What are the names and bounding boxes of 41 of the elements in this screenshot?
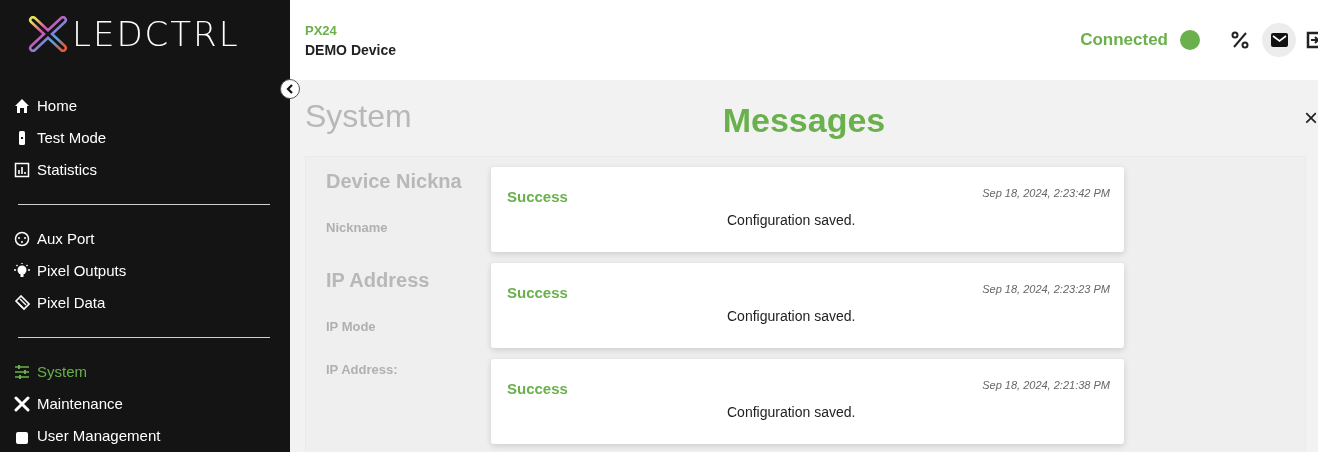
message-text: Configuration saved. xyxy=(727,309,856,323)
message-text: Configuration saved. xyxy=(727,405,856,419)
nav-item[interactable]: User Management xyxy=(14,420,270,452)
message-title: Success xyxy=(507,381,568,396)
sliders-icon xyxy=(14,364,30,380)
messages-button[interactable] xyxy=(1262,23,1296,57)
field-label: Nickname xyxy=(326,221,388,234)
nav-item[interactable]: Maintenance xyxy=(14,388,270,420)
nav-item[interactable]: Pixel Outputs xyxy=(14,255,270,287)
nav-item[interactable]: System xyxy=(14,356,270,388)
mail-icon xyxy=(1270,33,1288,47)
nav-item[interactable]: Test Mode xyxy=(14,122,270,154)
close-button[interactable]: × xyxy=(1304,106,1318,130)
message-time: Sep 18, 2024, 2:23:23 PM xyxy=(982,284,1110,295)
ribbon-icon xyxy=(14,295,30,311)
connection-status: Connected xyxy=(1080,29,1168,52)
tools-icon xyxy=(14,396,30,412)
home-icon xyxy=(14,98,30,114)
logo-text: LEDCTRL xyxy=(72,12,240,56)
field-label: IP Mode xyxy=(326,320,376,333)
message-title: Success xyxy=(507,189,568,204)
connector-icon xyxy=(14,231,30,247)
bulb-icon xyxy=(14,263,30,279)
field-label: IP Address: xyxy=(326,363,398,376)
logout-icon[interactable] xyxy=(1306,31,1318,49)
x-logo-icon xyxy=(28,16,68,52)
percent-icon[interactable] xyxy=(1230,30,1250,50)
message-title: Success xyxy=(507,285,568,300)
device-name: DEMO Device xyxy=(305,42,397,57)
device-model: PX24 xyxy=(305,23,338,37)
message-time: Sep 18, 2024, 2:21:38 PM xyxy=(982,380,1110,391)
nav-item[interactable]: Home xyxy=(14,90,270,122)
messages-title: Messages xyxy=(722,103,886,137)
nav-item[interactable]: Pixel Data xyxy=(14,287,270,319)
chart-icon xyxy=(14,162,30,178)
nav-item[interactable]: Statistics xyxy=(14,154,270,186)
page-title: System xyxy=(305,100,412,132)
message-time: Sep 18, 2024, 2:23:42 PM xyxy=(982,188,1110,199)
chevron-left-icon xyxy=(286,84,294,94)
message-text: Configuration saved. xyxy=(727,213,856,227)
nav-item[interactable]: Aux Port xyxy=(14,223,270,255)
